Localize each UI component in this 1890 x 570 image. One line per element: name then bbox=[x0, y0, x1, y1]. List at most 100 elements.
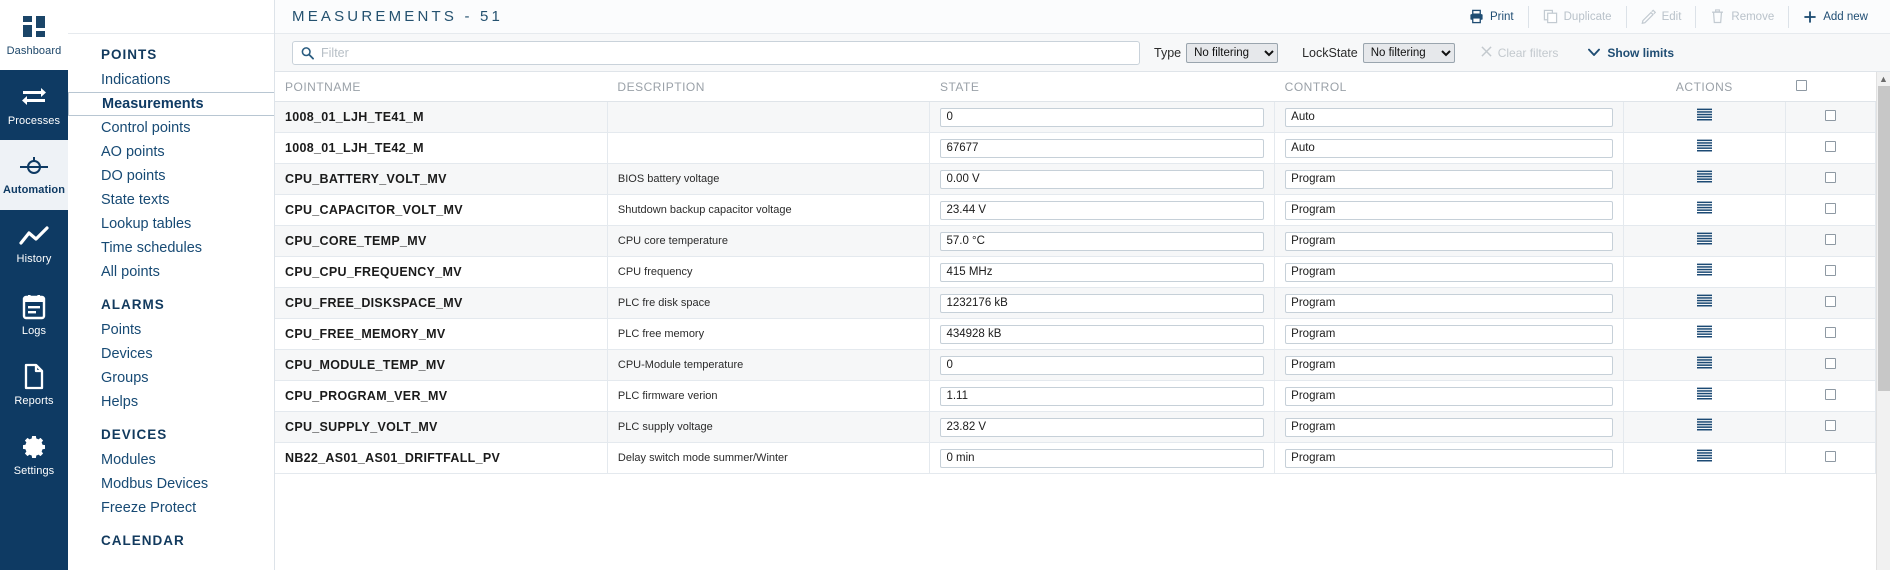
table-row[interactable]: CPU_CPU_FREQUENCY_MV CPU frequency 415 M… bbox=[275, 256, 1876, 288]
list-lines-icon[interactable] bbox=[1696, 418, 1712, 432]
col-header-state[interactable]: STATE bbox=[929, 72, 1275, 102]
state-field[interactable]: 1232176 kB bbox=[940, 293, 1265, 313]
rail-item-dashboard[interactable]: Dashboard bbox=[0, 0, 68, 70]
table-row[interactable]: NB22_AS01_AS01_DRIFTFALL_PV Delay switch… bbox=[275, 442, 1876, 474]
sidebar-item-state-texts[interactable]: State texts bbox=[68, 188, 274, 212]
list-lines-icon[interactable] bbox=[1696, 294, 1712, 308]
clear-filters-button[interactable]: Clear filters bbox=[1481, 46, 1558, 60]
list-lines-icon[interactable] bbox=[1696, 325, 1712, 339]
row-checkbox[interactable] bbox=[1825, 265, 1837, 276]
list-lines-icon[interactable] bbox=[1696, 356, 1712, 370]
row-checkbox[interactable] bbox=[1825, 203, 1837, 214]
list-lines-icon[interactable] bbox=[1696, 449, 1712, 463]
col-header-description[interactable]: DESCRIPTION bbox=[607, 72, 930, 102]
sidebar-item-alarm-groups[interactable]: Groups bbox=[68, 366, 274, 390]
state-field[interactable]: 0.00 V bbox=[940, 169, 1265, 189]
sidebar-item-alarm-helps[interactable]: Helps bbox=[68, 390, 274, 414]
sidebar-item-freeze-protect[interactable]: Freeze Protect bbox=[68, 496, 274, 520]
control-field[interactable]: Program bbox=[1285, 355, 1613, 375]
sidebar-item-time-schedules[interactable]: Time schedules bbox=[68, 236, 274, 260]
control-field[interactable]: Program bbox=[1285, 324, 1613, 344]
state-field[interactable]: 434928 kB bbox=[940, 324, 1265, 344]
state-field[interactable]: 0 bbox=[940, 107, 1265, 127]
sidebar-item-modules[interactable]: Modules bbox=[68, 448, 274, 472]
col-header-pointname[interactable]: POINTNAME bbox=[275, 72, 608, 102]
lockstate-filter-select[interactable]: No filtering bbox=[1362, 42, 1455, 63]
sidebar-item-indications[interactable]: Indications bbox=[68, 68, 274, 92]
row-checkbox[interactable] bbox=[1825, 172, 1837, 183]
control-field[interactable]: Program bbox=[1285, 231, 1613, 251]
state-field[interactable]: 57.0 °C bbox=[940, 231, 1265, 251]
table-row[interactable]: CPU_FREE_DISKSPACE_MV PLC fre disk space… bbox=[275, 287, 1876, 319]
rail-item-logs[interactable]: Logs bbox=[0, 280, 68, 350]
col-header-control[interactable]: CONTROL bbox=[1274, 72, 1624, 102]
row-checkbox[interactable] bbox=[1825, 358, 1837, 369]
sidebar-item-control-points[interactable]: Control points bbox=[68, 116, 274, 140]
list-lines-icon[interactable] bbox=[1696, 201, 1712, 215]
control-field[interactable]: Program bbox=[1285, 200, 1613, 220]
rail-item-processes[interactable]: Processes bbox=[0, 70, 68, 140]
state-field[interactable]: 23.44 V bbox=[940, 200, 1265, 220]
table-row[interactable]: CPU_SUPPLY_VOLT_MV PLC supply voltage 23… bbox=[275, 411, 1876, 443]
sidebar-item-ao-points[interactable]: AO points bbox=[68, 140, 274, 164]
select-all-checkbox[interactable] bbox=[1795, 80, 1807, 91]
edit-button[interactable]: Edit bbox=[1627, 5, 1697, 28]
table-row[interactable]: CPU_CORE_TEMP_MV CPU core temperature 57… bbox=[275, 225, 1876, 257]
sidebar-item-modbus-devices[interactable]: Modbus Devices bbox=[68, 472, 274, 496]
table-row[interactable]: CPU_MODULE_TEMP_MV CPU-Module temperatur… bbox=[275, 349, 1876, 381]
control-field[interactable]: Program bbox=[1285, 448, 1613, 468]
sidebar-item-all-points[interactable]: All points bbox=[68, 260, 274, 284]
list-lines-icon[interactable] bbox=[1696, 108, 1712, 122]
row-checkbox[interactable] bbox=[1825, 141, 1837, 152]
control-field[interactable]: Program bbox=[1285, 417, 1613, 437]
table-row[interactable]: 1008_01_LJH_TE42_M 67677 Auto bbox=[275, 132, 1876, 164]
row-checkbox[interactable] bbox=[1825, 451, 1837, 462]
table-row[interactable]: CPU_FREE_MEMORY_MV PLC free memory 43492… bbox=[275, 318, 1876, 350]
table-row[interactable]: CPU_PROGRAM_VER_MV PLC firmware verion 1… bbox=[275, 380, 1876, 412]
rail-item-automation[interactable]: Automation bbox=[0, 140, 68, 210]
remove-button[interactable]: Remove bbox=[1696, 5, 1790, 28]
table-row[interactable]: 1008_01_LJH_TE41_M 0 Auto bbox=[275, 101, 1876, 133]
control-field[interactable]: Program bbox=[1285, 169, 1613, 189]
row-checkbox[interactable] bbox=[1825, 296, 1837, 307]
row-checkbox[interactable] bbox=[1825, 420, 1837, 431]
row-checkbox[interactable] bbox=[1825, 110, 1837, 121]
state-field[interactable]: 23.82 V bbox=[940, 417, 1265, 437]
row-checkbox[interactable] bbox=[1825, 234, 1837, 245]
sidebar-item-alarm-devices[interactable]: Devices bbox=[68, 342, 274, 366]
state-field[interactable]: 0 min bbox=[940, 448, 1265, 468]
sidebar-item-alarm-points[interactable]: Points bbox=[68, 318, 274, 342]
control-field[interactable]: Program bbox=[1285, 386, 1613, 406]
control-field[interactable]: Program bbox=[1285, 262, 1613, 282]
list-lines-icon[interactable] bbox=[1696, 232, 1712, 246]
rail-item-history[interactable]: History bbox=[0, 210, 68, 280]
list-lines-icon[interactable] bbox=[1696, 139, 1712, 153]
table-row[interactable]: CPU_BATTERY_VOLT_MV BIOS battery voltage… bbox=[275, 163, 1876, 195]
sidebar-item-do-points[interactable]: DO points bbox=[68, 164, 274, 188]
duplicate-button[interactable]: Duplicate bbox=[1529, 5, 1627, 28]
state-field[interactable]: 415 MHz bbox=[940, 262, 1265, 282]
control-field[interactable]: Auto bbox=[1285, 138, 1613, 158]
list-lines-icon[interactable] bbox=[1696, 387, 1712, 401]
show-limits-button[interactable]: Show limits bbox=[1588, 46, 1674, 60]
control-field[interactable]: Auto bbox=[1285, 107, 1613, 127]
vertical-scrollbar[interactable]: ▲ bbox=[1876, 72, 1890, 570]
sidebar-item-lookup-tables[interactable]: Lookup tables bbox=[68, 212, 274, 236]
row-checkbox[interactable] bbox=[1825, 327, 1837, 338]
rail-item-reports[interactable]: Reports bbox=[0, 350, 68, 420]
list-lines-icon[interactable] bbox=[1696, 263, 1712, 277]
list-lines-icon[interactable] bbox=[1696, 170, 1712, 184]
sidebar-item-measurements[interactable]: Measurements bbox=[68, 92, 274, 116]
print-button[interactable]: Print bbox=[1455, 5, 1529, 28]
scrollbar-thumb[interactable] bbox=[1878, 86, 1890, 391]
rail-item-settings[interactable]: Settings bbox=[0, 420, 68, 490]
type-filter-select[interactable]: No filtering bbox=[1186, 42, 1279, 63]
state-field[interactable]: 67677 bbox=[940, 138, 1265, 158]
add-new-button[interactable]: Add new bbox=[1789, 6, 1882, 28]
row-checkbox[interactable] bbox=[1825, 389, 1837, 400]
state-field[interactable]: 1.11 bbox=[940, 386, 1265, 406]
state-field[interactable]: 0 bbox=[940, 355, 1265, 375]
table-row[interactable]: CPU_CAPACITOR_VOLT_MV Shutdown backup ca… bbox=[275, 194, 1876, 226]
search-input[interactable] bbox=[292, 40, 1140, 65]
control-field[interactable]: Program bbox=[1285, 293, 1613, 313]
